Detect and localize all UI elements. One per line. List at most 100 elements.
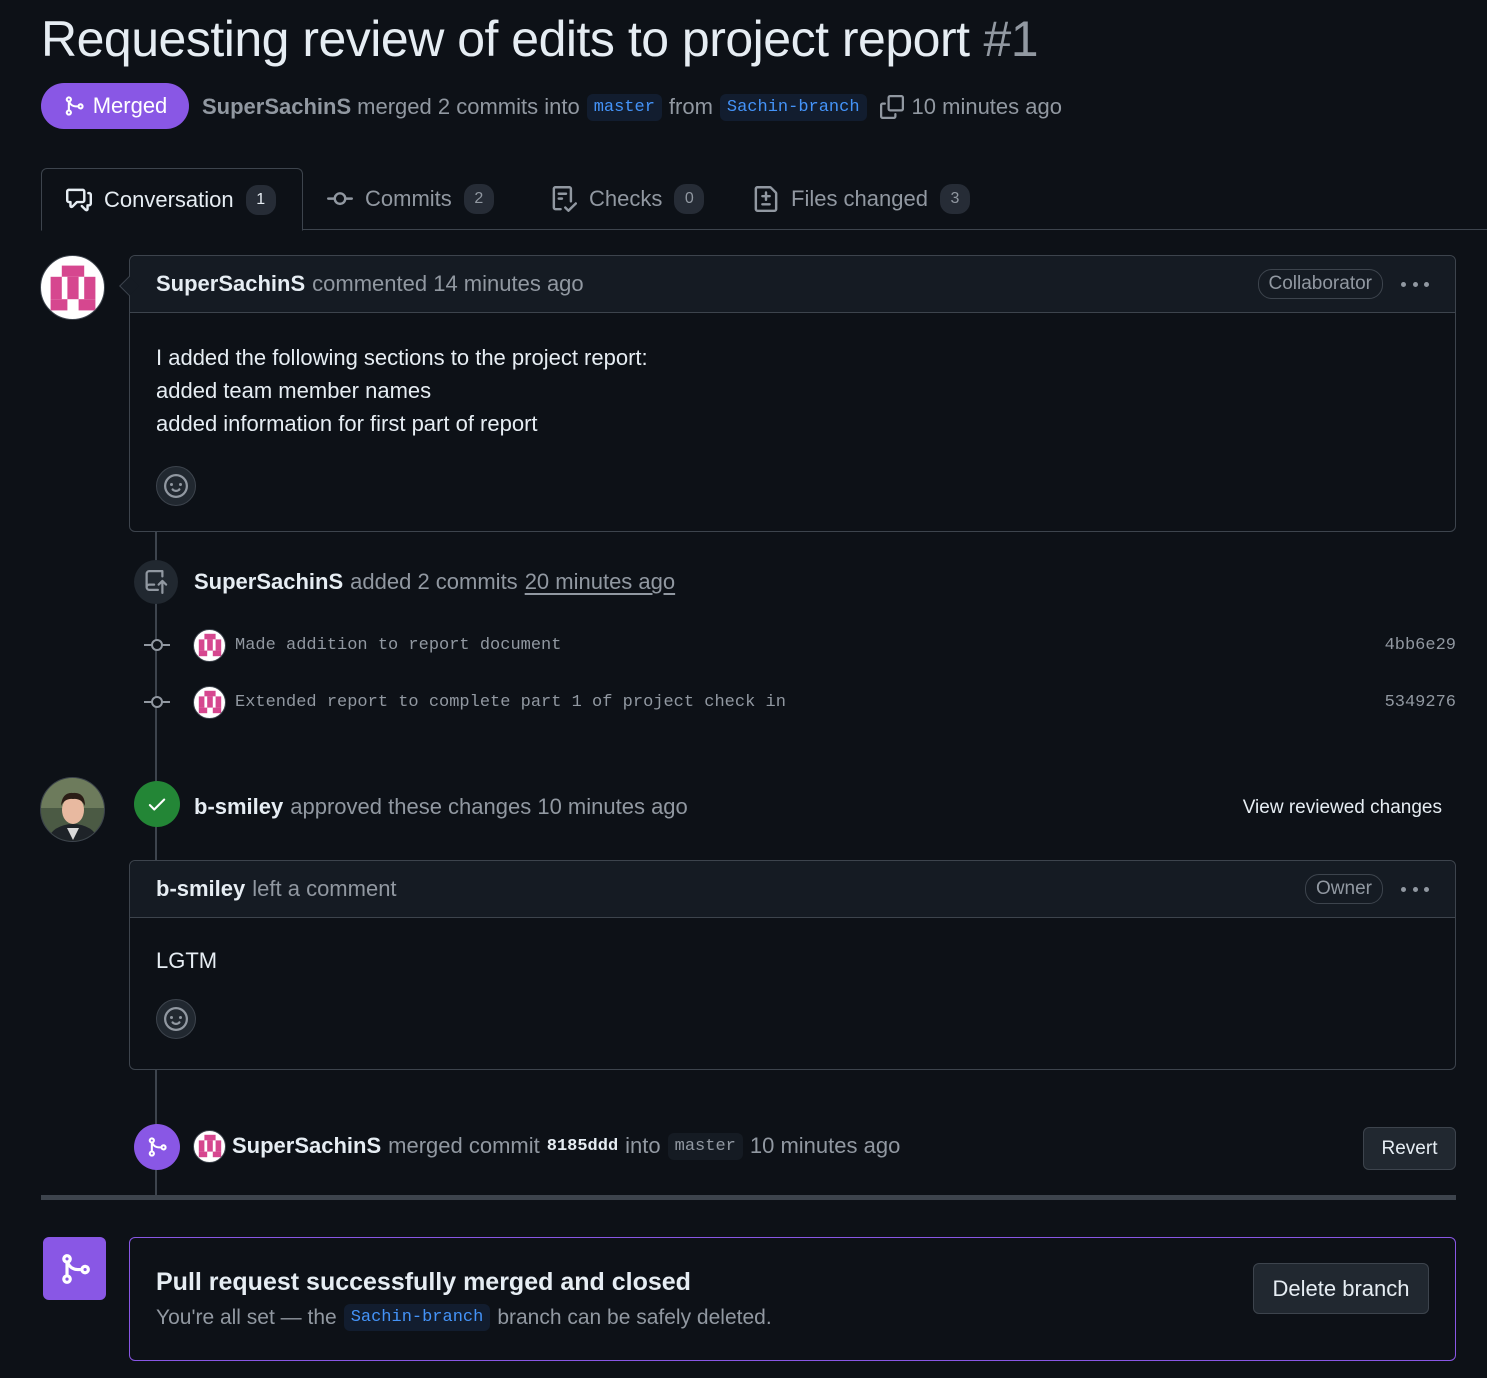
commit-message-link[interactable]: Made addition to report document (235, 636, 561, 655)
push-event-badge (134, 560, 178, 604)
role-badge: Collaborator (1257, 269, 1383, 299)
pr-title: Requesting review of edits to project re… (41, 10, 1039, 68)
comment-header: SuperSachinS commented 14 minutes ago Co… (130, 256, 1455, 313)
merge-text: merged 2 commits into (357, 94, 580, 119)
timeline-divider (41, 1195, 1456, 1200)
approved-badge (134, 781, 180, 827)
tab-commits-label: Commits (365, 186, 452, 211)
review-action: approved these changes 10 minutes ago (290, 794, 688, 819)
merged-desc-branch[interactable]: Sachin-branch (343, 1304, 491, 1331)
avatar-b-smiley[interactable] (40, 777, 105, 842)
reviewer-link[interactable]: b-smiley (194, 794, 283, 820)
tab-checks-count: 0 (674, 184, 705, 214)
git-commit-icon (144, 634, 170, 656)
merge-target-branch[interactable]: master (667, 1132, 743, 1160)
from-text: from (668, 94, 713, 119)
timeline-line (155, 532, 157, 1172)
view-reviewed-changes-link[interactable]: View reviewed changes (1243, 797, 1442, 819)
pr-title-text: Requesting review of edits to project re… (41, 11, 970, 67)
review-comment-box: b-smiley left a comment Owner LGTM (129, 860, 1456, 1070)
tab-commits-count: 2 (463, 184, 494, 214)
comment-body: I added the following sections to the pr… (130, 313, 1455, 534)
file-diff-icon (753, 186, 779, 212)
tab-checks-label: Checks (589, 186, 663, 211)
commits-event-time[interactable]: 20 minutes ago (525, 569, 675, 595)
delete-branch-button[interactable]: Delete branch (1253, 1263, 1429, 1314)
comment-author[interactable]: SuperSachinS (156, 271, 305, 297)
checklist-icon (551, 186, 577, 212)
merged-desc-before: You're all set — the (156, 1305, 337, 1329)
merged-status-icon-box (43, 1237, 106, 1300)
head-branch[interactable]: Sachin-branch (719, 93, 867, 121)
comment-discussion-icon (66, 187, 92, 213)
avatar-supersachins[interactable] (40, 255, 105, 320)
git-merge-icon (58, 1252, 92, 1286)
commit-sha-link[interactable]: 5349276 (1385, 693, 1456, 712)
merged-status-desc: You're all set — the Sachin-branch branc… (156, 1304, 772, 1331)
review-comment-header: b-smiley left a comment Owner (130, 861, 1455, 918)
timeline-line-end (155, 1172, 157, 1196)
revert-button[interactable]: Revert (1363, 1127, 1456, 1170)
commits-event-action: added 2 commits (350, 569, 518, 594)
pr-number: #1 (983, 11, 1039, 67)
role-badge: Owner (1305, 874, 1383, 904)
comment-line: added team member names (156, 378, 432, 403)
base-branch[interactable]: master (586, 93, 662, 121)
comment-action[interactable]: commented 14 minutes ago (312, 271, 584, 297)
commit-author-avatar[interactable] (193, 685, 226, 719)
tab-files-changed-count: 3 (939, 184, 970, 214)
merge-time[interactable]: 10 minutes ago (750, 1133, 900, 1159)
merge-author-avatar[interactable] (193, 1129, 226, 1163)
merge-event: SuperSachinS merged commit 8185ddd into … (193, 1128, 900, 1164)
git-merge-icon (63, 95, 85, 117)
comment-line: I added the following sections to the pr… (156, 345, 648, 370)
git-commit-icon (327, 186, 353, 212)
merged-status-title: Pull request successfully merged and clo… (156, 1268, 691, 1296)
more-options-icon[interactable] (1401, 886, 1429, 892)
commit-row: Made addition to report document (193, 627, 561, 663)
commits-event: SuperSachinS added 2 commits 20 minutes … (194, 566, 675, 598)
tab-commits[interactable]: Commits 2 (303, 168, 518, 230)
pr-subtitle: SuperSachinS merged 2 commits into maste… (202, 90, 1062, 124)
tab-conversation-count: 1 (245, 184, 276, 215)
smiley-icon (164, 1007, 188, 1031)
git-merge-icon (146, 1136, 168, 1158)
more-options-icon[interactable] (1401, 281, 1429, 287)
merged-desc-after: branch can be safely deleted. (497, 1305, 772, 1329)
merged-label: Merged (92, 93, 168, 118)
tab-checks[interactable]: Checks 0 (527, 168, 728, 230)
tab-conversation-label: Conversation (104, 186, 234, 212)
comment-box-1: SuperSachinS commented 14 minutes ago Co… (119, 255, 1456, 534)
tab-files-changed-label: Files changed (791, 186, 928, 211)
commit-sha-link[interactable]: 4bb6e29 (1385, 636, 1456, 655)
review-comment-action: left a comment (252, 876, 397, 901)
commit-message-link[interactable]: Extended report to complete part 1 of pr… (235, 693, 786, 712)
merge-action: merged commit (388, 1133, 540, 1158)
repo-push-icon (144, 570, 168, 594)
merge-event-badge (134, 1124, 180, 1170)
merge-into-text: into (625, 1133, 661, 1158)
pr-time[interactable]: 10 minutes ago (912, 94, 1062, 120)
merged-state-badge: Merged (41, 83, 189, 129)
pr-author-link[interactable]: SuperSachinS (202, 94, 351, 120)
tab-conversation[interactable]: Conversation 1 (41, 168, 303, 231)
review-comment-text: LGTM (156, 948, 218, 973)
tab-files-changed[interactable]: Files changed 3 (729, 168, 994, 230)
add-reaction-button[interactable] (156, 466, 196, 506)
commit-author-avatar[interactable] (193, 628, 226, 662)
smiley-icon (164, 474, 188, 498)
merged-status-box: Pull request successfully merged and clo… (129, 1237, 1456, 1361)
commits-event-author[interactable]: SuperSachinS (194, 569, 343, 595)
comment-line: added information for first part of repo… (156, 411, 538, 436)
review-event: b-smiley approved these changes 10 minut… (194, 791, 688, 823)
review-comment-author[interactable]: b-smiley (156, 876, 245, 902)
copy-icon[interactable] (879, 95, 904, 119)
review-comment-body: LGTM (130, 918, 1455, 1067)
merge-author-link[interactable]: SuperSachinS (232, 1133, 381, 1159)
pr-tabs: Conversation 1 Commits 2 Checks 0 Files … (41, 168, 1487, 231)
add-reaction-button[interactable] (156, 999, 196, 1039)
merge-commit-sha[interactable]: 8185ddd (547, 1137, 618, 1156)
commit-row: Extended report to complete part 1 of pr… (193, 684, 786, 720)
git-commit-icon (144, 691, 170, 713)
check-icon (146, 793, 168, 815)
